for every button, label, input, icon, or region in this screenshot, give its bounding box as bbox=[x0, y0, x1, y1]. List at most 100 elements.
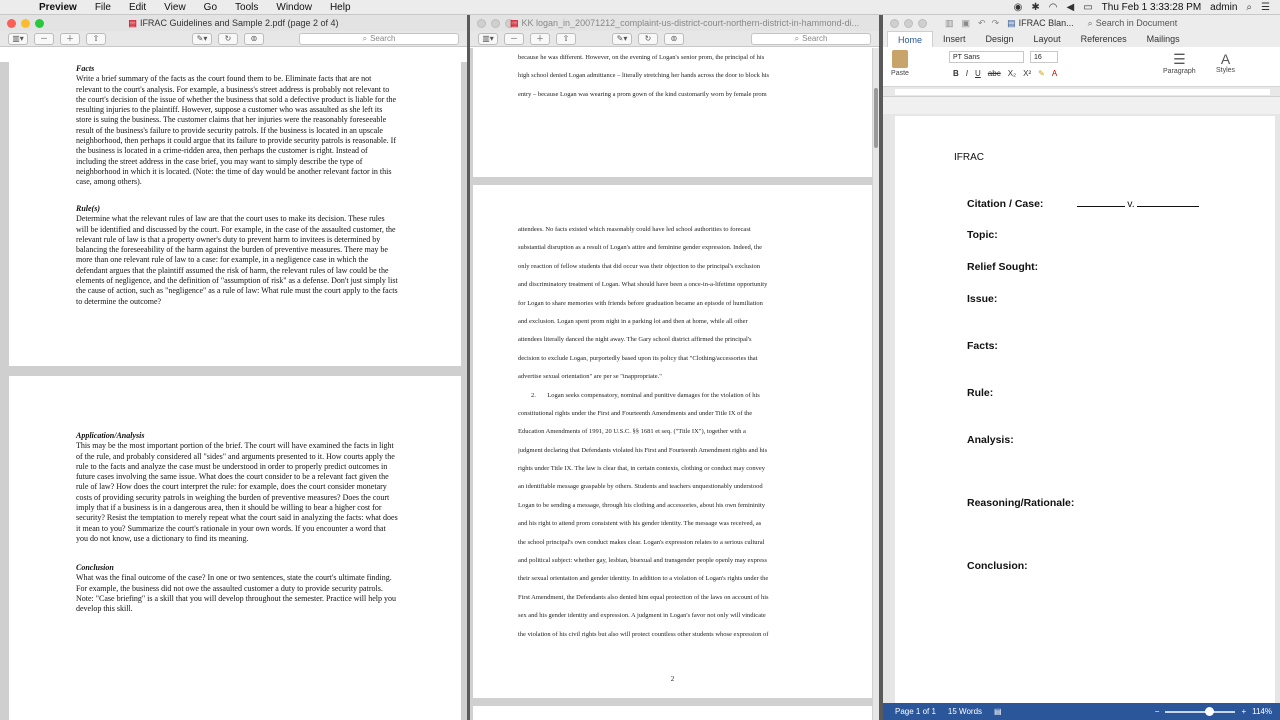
battery-icon[interactable]: ▭ bbox=[1083, 2, 1092, 13]
zoom-out-button[interactable]: － bbox=[504, 32, 524, 45]
highlight-icon[interactable]: ✎ bbox=[1038, 69, 1045, 78]
menu-edit[interactable]: Edit bbox=[120, 2, 155, 13]
ribbon-tabs: Home Insert Design Layout References Mai… bbox=[883, 31, 1280, 47]
page-count-status[interactable]: Page 1 of 1 bbox=[895, 707, 936, 716]
pdf-page: attendees. No facts existed which reason… bbox=[473, 185, 872, 698]
text-line: because he was different. However, on th… bbox=[518, 54, 765, 61]
paragraph-button[interactable]: ☰ Paragraph bbox=[1163, 51, 1196, 75]
citation-versus: v. bbox=[1127, 198, 1135, 210]
font-size-dropdown[interactable]: 16 bbox=[1030, 51, 1058, 63]
search-icon: ⌕ bbox=[794, 33, 800, 43]
party-one-blank[interactable] bbox=[1077, 206, 1126, 207]
tab-layout[interactable]: Layout bbox=[1024, 31, 1071, 47]
zoom-button[interactable] bbox=[918, 18, 927, 28]
toolbar: ▥▾ － ＋ ⇧ ✎▾ ↻ ⊚ ⌕ Search bbox=[0, 31, 467, 47]
share-button[interactable]: ⇧ bbox=[556, 32, 576, 45]
strikethrough-button[interactable]: abc bbox=[988, 69, 1001, 78]
menu-clock[interactable]: Thu Feb 1 3:33:28 PM bbox=[1102, 2, 1202, 13]
share-button[interactable]: ⇧ bbox=[86, 32, 106, 45]
menu-view[interactable]: View bbox=[155, 2, 195, 13]
rotate-button[interactable]: ↻ bbox=[638, 32, 658, 45]
menu-app-name[interactable]: Preview bbox=[30, 2, 86, 13]
wifi-icon[interactable]: ◠ bbox=[1049, 2, 1058, 13]
font-size-value: 16 bbox=[1034, 53, 1042, 61]
search-field[interactable]: ⌕ Search bbox=[751, 32, 871, 45]
search-in-document-field[interactable]: Search in Document bbox=[1096, 18, 1178, 28]
tab-mailings[interactable]: Mailings bbox=[1137, 31, 1190, 47]
zoom-slider[interactable] bbox=[1165, 706, 1236, 716]
font-name-dropdown[interactable]: PT Sans bbox=[949, 51, 1024, 63]
zoom-in-button[interactable]: ＋ bbox=[530, 32, 550, 45]
search-field[interactable]: ⌕ Search bbox=[299, 32, 459, 45]
italic-button[interactable]: I bbox=[966, 69, 968, 78]
zoom-level: 114% bbox=[1252, 707, 1272, 716]
menu-file[interactable]: File bbox=[86, 2, 120, 13]
section-heading: Rule(s) bbox=[76, 204, 100, 213]
proofing-icon[interactable]: ▤ bbox=[994, 707, 1002, 716]
minimize-button[interactable] bbox=[491, 18, 500, 28]
menu-window[interactable]: Window bbox=[267, 2, 321, 13]
party-two-blank[interactable] bbox=[1136, 206, 1199, 207]
rule-field: Rule: bbox=[967, 387, 994, 399]
document-view[interactable]: Facts Write a brief summary of the facts… bbox=[0, 58, 467, 720]
pdf-icon: ▤ bbox=[128, 17, 137, 28]
zoom-in-button[interactable]: ＋ bbox=[60, 32, 80, 45]
menu-tools[interactable]: Tools bbox=[226, 2, 267, 13]
spotlight-icon[interactable]: ⌕ bbox=[1246, 2, 1252, 13]
title-bar[interactable]: ▥ ▣ ↶ ↷ ▤ IFRAC Blan... ⌕ Search in Docu… bbox=[883, 15, 1280, 31]
styles-button[interactable]: A Styles bbox=[1216, 51, 1235, 74]
markup-toolbar-button[interactable]: ⊚ bbox=[664, 32, 684, 45]
minimize-button[interactable] bbox=[904, 18, 913, 28]
ruler[interactable] bbox=[883, 87, 1280, 97]
menu-go[interactable]: Go bbox=[195, 2, 226, 13]
zoom-slider-knob[interactable] bbox=[1205, 706, 1215, 716]
sidebar-toggle-button[interactable]: ▥▾ bbox=[8, 32, 28, 45]
close-button[interactable] bbox=[477, 18, 486, 28]
sidebar-toggle-button[interactable]: ▥▾ bbox=[478, 32, 498, 45]
topic-field: Topic: bbox=[967, 229, 998, 241]
paste-label: Paste bbox=[891, 70, 909, 77]
font-color-icon[interactable]: A bbox=[1052, 69, 1057, 78]
tab-design[interactable]: Design bbox=[976, 31, 1024, 47]
word-page[interactable]: IFRAC Citation / Case: v. Topic: Relief … bbox=[895, 116, 1275, 703]
tab-home[interactable]: Home bbox=[887, 31, 934, 47]
sidebar-icon[interactable]: ▥ bbox=[945, 18, 954, 29]
volume-icon[interactable]: ◀ bbox=[1067, 2, 1075, 13]
font-name-value: PT Sans bbox=[953, 53, 980, 61]
tab-references[interactable]: References bbox=[1071, 31, 1137, 47]
record-icon[interactable]: ◉ bbox=[1014, 2, 1023, 13]
text-line: an identifiable message graspable by oth… bbox=[518, 483, 763, 491]
zoom-out-icon[interactable]: − bbox=[1155, 707, 1160, 716]
tab-insert[interactable]: Insert bbox=[933, 31, 976, 47]
close-button[interactable] bbox=[890, 18, 899, 28]
subscript-button[interactable]: X₂ bbox=[1008, 69, 1016, 78]
bluetooth-icon[interactable]: ✱ bbox=[1031, 2, 1039, 13]
section-body: Write a brief summary of the facts as th… bbox=[76, 74, 397, 187]
document-canvas[interactable]: IFRAC Citation / Case: v. Topic: Relief … bbox=[883, 114, 1280, 703]
redo-icon[interactable]: ↷ bbox=[992, 18, 1000, 29]
search-placeholder: Search bbox=[370, 34, 396, 43]
word-count-status[interactable]: 15 Words bbox=[948, 707, 982, 716]
notification-center-icon[interactable]: ☰ bbox=[1261, 2, 1270, 13]
superscript-button[interactable]: X² bbox=[1023, 69, 1031, 78]
document-view[interactable]: because he was different. However, on th… bbox=[470, 48, 879, 720]
markup-pen-button[interactable]: ✎▾ bbox=[192, 32, 212, 45]
paste-button[interactable]: Paste bbox=[889, 50, 911, 77]
status-bar: Page 1 of 1 15 Words ▤ − + 114% bbox=[883, 703, 1280, 720]
zoom-out-button[interactable]: － bbox=[34, 32, 54, 45]
menu-help[interactable]: Help bbox=[321, 2, 360, 13]
scrollbar-thumb[interactable] bbox=[874, 88, 878, 148]
rotate-button[interactable]: ↻ bbox=[218, 32, 238, 45]
underline-button[interactable]: U bbox=[975, 69, 981, 78]
markup-pen-button[interactable]: ✎▾ bbox=[612, 32, 632, 45]
undo-icon[interactable]: ↶ bbox=[978, 18, 986, 29]
bold-button[interactable]: B bbox=[953, 69, 959, 78]
title-bar[interactable]: ▤ IFRAC Guidelines and Sample 2.pdf (page… bbox=[0, 15, 467, 31]
text-line: substantial disruption as a result of Lo… bbox=[518, 244, 762, 252]
title-bar[interactable]: ▤ KK logan_in_20071212_complaint-us-distr… bbox=[470, 15, 879, 31]
save-icon[interactable]: ▣ bbox=[962, 18, 971, 29]
zoom-in-icon[interactable]: + bbox=[1241, 707, 1246, 716]
section-facts: Facts Write a brief summary of the facts… bbox=[76, 64, 398, 188]
menu-user[interactable]: admin bbox=[1210, 2, 1237, 13]
markup-toolbar-button[interactable]: ⊚ bbox=[244, 32, 264, 45]
